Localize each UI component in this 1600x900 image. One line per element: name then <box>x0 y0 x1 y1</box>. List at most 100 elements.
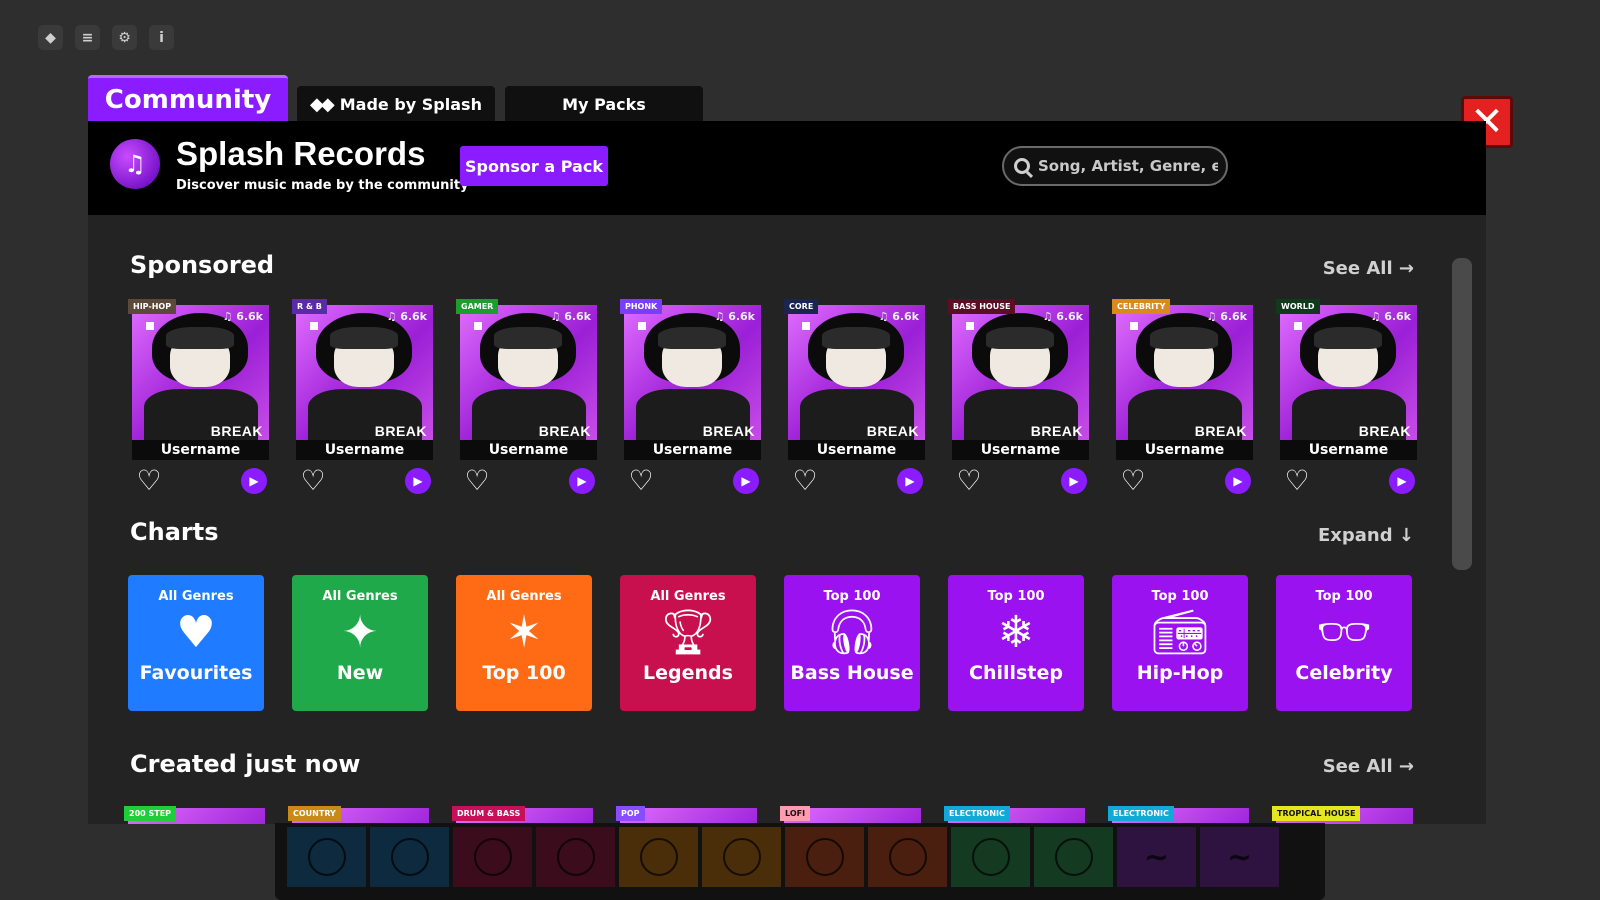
beat-pad[interactable] <box>287 827 366 887</box>
ring-icon <box>390 838 429 876</box>
beat-pads: ∼ ∼ <box>287 827 1279 887</box>
sponsored-card[interactable]: GAMER ♫ 6.6k BREAK Username ♡ ▶ <box>456 299 597 496</box>
heart-icon[interactable]: ♡ <box>462 466 492 496</box>
username-label: Username <box>952 440 1089 460</box>
chat-icon[interactable]: ≡ <box>75 25 100 50</box>
chart-tile-category: All Genres <box>158 589 234 604</box>
play-button[interactable]: ▶ <box>405 468 431 494</box>
select-checkbox[interactable] <box>966 322 974 330</box>
play-button[interactable]: ▶ <box>1389 468 1415 494</box>
search-icon <box>1014 158 1030 174</box>
beat-pad[interactable]: ∼ <box>1117 827 1196 887</box>
heart-icon[interactable]: ♡ <box>1282 466 1312 496</box>
chart-tile-category: Top 100 <box>823 589 881 604</box>
sponsored-card[interactable]: CORE ♫ 6.6k BREAK Username ♡ ▶ <box>784 299 925 496</box>
beat-pad[interactable] <box>453 827 532 887</box>
chart-tile-name: New <box>336 662 384 684</box>
play-button[interactable]: ▶ <box>241 468 267 494</box>
sponsored-card[interactable]: BASS HOUSE ♫ 6.6k BREAK Username ♡ ▶ <box>948 299 1089 496</box>
chart-tile-favourites[interactable]: All Genres ♥ Favourites <box>128 575 264 711</box>
heart-icon[interactable]: ♡ <box>790 466 820 496</box>
sponsored-card[interactable]: HIP-HOP ♫ 6.6k BREAK Username ♡ ▶ <box>128 299 269 496</box>
beat-pad[interactable] <box>619 827 698 887</box>
genre-tag: ELECTRONIC <box>1108 806 1174 821</box>
splash-logo-icon: ◆◆ <box>310 93 335 115</box>
card-actions: ♡ ▶ <box>624 466 761 496</box>
play-button[interactable]: ▶ <box>1061 468 1087 494</box>
play-button[interactable]: ▶ <box>1225 468 1251 494</box>
sponsored-card[interactable]: R & B ♫ 6.6k BREAK Username ♡ ▶ <box>292 299 433 496</box>
beat-pad[interactable] <box>1034 827 1113 887</box>
avatar-hair <box>330 327 398 349</box>
created-card[interactable]: TROPICAL HOUSE <box>1272 806 1413 824</box>
sponsored-card[interactable]: PHONK ♫ 6.6k BREAK Username ♡ ▶ <box>620 299 761 496</box>
boombox-icon: 📻︎ <box>1152 607 1208 658</box>
ring-icon <box>1054 838 1093 876</box>
main-content: Sponsored See All → HIP-HOP ♫ 6.6k BREAK Us… <box>88 215 1486 824</box>
info-icon[interactable]: i <box>149 25 174 50</box>
genre-tag: DRUM & BASS <box>452 806 526 821</box>
beat-pad[interactable]: ∼ <box>1200 827 1279 887</box>
play-count-value: 6.6k <box>728 310 755 323</box>
play-count: ♫ 6.6k <box>1042 310 1083 323</box>
chart-tile-top-100[interactable]: All Genres ✶ Top 100 <box>456 575 592 711</box>
play-count: ♫ 6.6k <box>386 310 427 323</box>
beat-pad[interactable] <box>785 827 864 887</box>
beat-pad[interactable] <box>370 827 449 887</box>
created-card[interactable]: 200 STEP <box>124 806 265 824</box>
select-checkbox[interactable] <box>1294 322 1302 330</box>
chart-tile-new[interactable]: All Genres ✦ New <box>292 575 428 711</box>
created-card[interactable]: ELECTRONIC <box>944 806 1085 824</box>
chart-tile-name: Legends <box>643 662 733 684</box>
sponsor-pack-button[interactable]: Sponsor a Pack <box>460 146 608 186</box>
beat-pad[interactable] <box>868 827 947 887</box>
select-checkbox[interactable] <box>802 322 810 330</box>
select-checkbox[interactable] <box>638 322 646 330</box>
genre-tag: HIP-HOP <box>128 299 177 314</box>
created-card[interactable]: COUNTRY <box>288 806 429 824</box>
chart-tile-celebrity[interactable]: Top 100 👓︎ Celebrity <box>1276 575 1412 711</box>
play-count: ♫ 6.6k <box>550 310 591 323</box>
heart-icon[interactable]: ♡ <box>626 466 656 496</box>
sponsored-card[interactable]: WORLD ♫ 6.6k BREAK Username ♡ ▶ <box>1276 299 1417 496</box>
beat-pad[interactable] <box>951 827 1030 887</box>
chart-tile-bass-house[interactable]: Top 100 🎧︎ Bass House <box>784 575 920 711</box>
created-card[interactable]: DRUM & BASS <box>452 806 593 824</box>
sponsored-card[interactable]: CELEBRITY ♫ 6.6k BREAK Username ♡ ▶ <box>1112 299 1253 496</box>
created-card[interactable]: LOFI <box>780 806 921 824</box>
created-card[interactable]: POP <box>616 806 757 824</box>
music-note-icon: ♫ <box>714 310 729 323</box>
search-box[interactable] <box>1002 146 1228 186</box>
gear-icon[interactable]: ⚙ <box>112 25 137 50</box>
expand-charts-link[interactable]: Expand ↓ <box>1318 525 1414 546</box>
expand-charts-label: Expand <box>1317 525 1393 546</box>
select-checkbox[interactable] <box>1130 322 1138 330</box>
heart-icon[interactable]: ♡ <box>134 466 164 496</box>
arrow-right-icon: → <box>1398 258 1414 279</box>
tab-made-by-splash[interactable]: ◆◆ Made by Splash <box>297 86 495 122</box>
cover-title: BREAK <box>1030 423 1083 439</box>
ring-icon <box>888 838 927 876</box>
roblox-menu-icon[interactable]: ◆ <box>38 25 63 50</box>
play-button[interactable]: ▶ <box>733 468 759 494</box>
created-card[interactable]: ELECTRONIC <box>1108 806 1249 824</box>
select-checkbox[interactable] <box>310 322 318 330</box>
chart-tile-chillstep[interactable]: Top 100 ❄ Chillstep <box>948 575 1084 711</box>
select-checkbox[interactable] <box>474 322 482 330</box>
scrollbar[interactable] <box>1452 258 1472 570</box>
heart-icon[interactable]: ♡ <box>298 466 328 496</box>
heart-icon[interactable]: ♡ <box>1118 466 1148 496</box>
play-button[interactable]: ▶ <box>569 468 595 494</box>
chart-tile-hip-hop[interactable]: Top 100 📻︎ Hip-Hop <box>1112 575 1248 711</box>
chart-tile-legends[interactable]: All Genres 🏆︎ Legends <box>620 575 756 711</box>
beat-pad[interactable] <box>702 827 781 887</box>
play-button[interactable]: ▶ <box>897 468 923 494</box>
see-all-sponsored-link[interactable]: See All → <box>1323 258 1414 279</box>
select-checkbox[interactable] <box>146 322 154 330</box>
tab-my-packs[interactable]: My Packs <box>505 86 703 122</box>
search-input[interactable] <box>1038 157 1218 175</box>
tab-community[interactable]: Community <box>88 75 288 122</box>
heart-icon[interactable]: ♡ <box>954 466 984 496</box>
beat-pad[interactable] <box>536 827 615 887</box>
see-all-created-link[interactable]: See All → <box>1323 756 1414 777</box>
